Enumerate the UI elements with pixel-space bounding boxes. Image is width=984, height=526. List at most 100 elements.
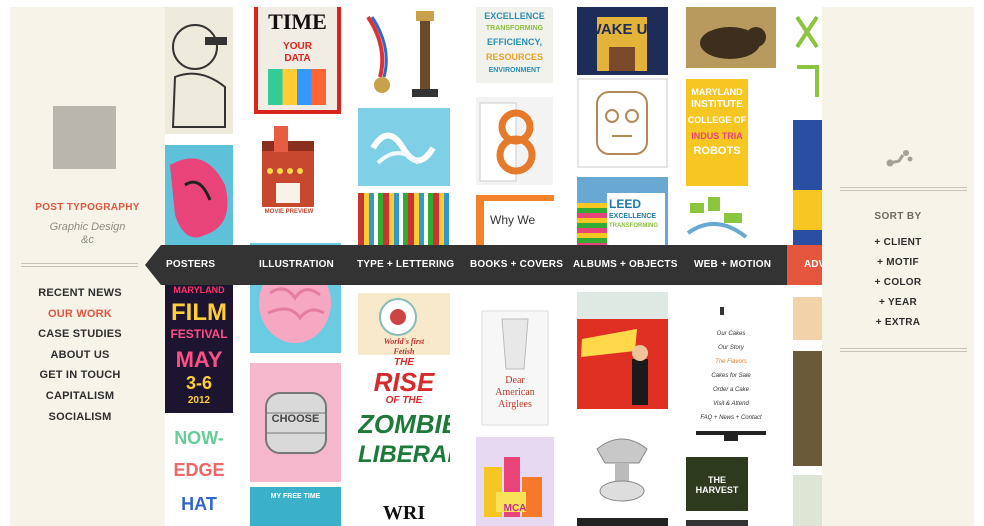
gallery-item-green-blocks[interactable] [686, 193, 748, 249]
category-web-motion[interactable]: WEB + MOTION [694, 245, 771, 285]
excellence-line2: TRANSFORMING [485, 25, 544, 32]
gallery-item-boar[interactable] [686, 7, 776, 68]
nav-item-our-work[interactable]: OUR WORK [10, 304, 150, 325]
brand-subtitle-line1: Graphic Design [49, 221, 126, 233]
robot-face-icon [577, 78, 668, 168]
sort-top-divider [840, 187, 967, 191]
sort-option-year[interactable]: + YEAR [822, 293, 974, 313]
gallery-item-partial-c[interactable] [793, 475, 822, 526]
figure-poster-icon [581, 329, 648, 405]
medal-trophy-icon [366, 11, 438, 97]
site-logo[interactable] [53, 106, 116, 169]
category-advertising[interactable]: ADV [787, 245, 823, 285]
mixer-icon [596, 438, 648, 502]
gallery-item-harvest[interactable]: THE HARVEST [686, 457, 748, 511]
category-posters[interactable]: POSTERS [166, 245, 215, 285]
gallery-item-blue-poster[interactable] [793, 120, 822, 245]
brand-subtitle-line2: &c [81, 234, 94, 246]
main-nav: RECENT NEWS OUR WORK CASE STUDIES ABOUT … [10, 283, 150, 427]
gallery-item-film-festival[interactable]: MARYLAND FILM FESTIVAL MAY 3-6 2012 [165, 279, 233, 413]
gallery-item-maryland-institute[interactable]: MARYLAND INSTITUTE COLLEGE OF INDUS TRIA… [686, 79, 748, 186]
gallery-item-why-we[interactable]: Why We [476, 195, 554, 251]
book-cover-icon [481, 310, 549, 426]
theatre-icon [262, 126, 314, 207]
category-type-lettering[interactable]: TYPE + LETTERING [357, 245, 454, 285]
web-menu-item-0: Our Cakes [716, 331, 746, 337]
zombie-line3: OF THE [385, 395, 423, 406]
gallery-item-mixer[interactable] [577, 419, 668, 511]
gallery-item-dark-strip[interactable] [577, 518, 668, 526]
why-we-text: Why We [490, 213, 536, 227]
gallery-item-bookshelf[interactable] [358, 193, 450, 249]
film-festival-line4: MAY [175, 347, 223, 372]
dear-american-line3: Airglees [498, 399, 532, 410]
maryland-line5: ROBOTS [693, 145, 741, 157]
gallery-item-knowledge-hat[interactable]: NOW- EDGE HAT [165, 422, 233, 526]
web-menu-item-4: Order a Cake [712, 387, 749, 393]
nav-item-case-studies[interactable]: CASE STUDIES [10, 324, 150, 345]
wake-up-text: WAKE UP [587, 21, 658, 38]
category-books-covers[interactable]: BOOKS + COVERS [470, 245, 563, 285]
category-albums-objects[interactable]: ALBUMS + OBJECTS [573, 245, 678, 285]
brand-subtitle: Graphic Design &c [10, 221, 165, 247]
film-festival-line3: FESTIVAL [170, 327, 228, 341]
sort-option-extra[interactable]: + EXTRA [822, 313, 974, 333]
gallery-item-medal-trophy[interactable] [358, 7, 450, 105]
gallery-item-excellence[interactable]: EXCELLENCE TRANSFORMING EFFICIENCY, RESO… [476, 7, 553, 83]
gallery-item-partial-a[interactable] [793, 297, 822, 340]
film-festival-line5: 3-6 [185, 373, 212, 393]
gallery-item-web-menu[interactable]: Our Cakes Our Story The Flavors Cakes fo… [686, 305, 776, 451]
green-blocks-icon [686, 197, 748, 239]
web-menu-item-2: The Flavors [715, 359, 747, 365]
sort-option-client[interactable]: + CLIENT [822, 233, 974, 253]
band-logo-text: WRI [382, 502, 426, 524]
nav-item-get-in-touch[interactable]: GET IN TOUCH [10, 365, 150, 386]
sort-option-color[interactable]: + COLOR [822, 273, 974, 293]
nav-item-capitalism[interactable]: CAPITALISM [10, 386, 150, 407]
nav-item-recent-news[interactable]: RECENT NEWS [10, 283, 150, 304]
gallery-item-choose-fist[interactable]: CHOOSE [250, 363, 341, 482]
excellence-line4: RESOURCES [485, 52, 543, 62]
sort-bottom-divider [840, 348, 967, 352]
nav-item-about-us[interactable]: ABOUT US [10, 345, 150, 366]
gallery-item-leed[interactable]: LEED EXCELLENCE TRANSFORMING [577, 177, 668, 253]
man-illustration-icon [171, 24, 227, 128]
gallery-item-time-cover[interactable]: TIME YOUR DATA [254, 7, 341, 114]
category-illustration[interactable]: ILLUSTRATION [259, 245, 334, 285]
nav-item-socialism[interactable]: SOCIALISM [10, 407, 150, 428]
gallery-item-dear-american[interactable]: Dear American Airglees [476, 309, 554, 429]
gallery-item-world-fetish[interactable]: World's first Fetish [358, 293, 450, 359]
gallery-item-wake-up[interactable]: WAKE UP [577, 7, 668, 75]
gallery-item-red-poster[interactable] [577, 319, 668, 409]
category-bar: POSTERS ILLUSTRATION TYPE + LETTERING BO… [145, 245, 839, 285]
excellence-line3: EFFICIENCY, [486, 37, 542, 47]
web-menu-item-5: Visit & Attend [713, 401, 749, 407]
gallery-item-partial-b[interactable] [793, 351, 822, 466]
knowledge-line2: EDGE [173, 460, 225, 480]
scroll-left-arrow-icon[interactable] [145, 245, 161, 285]
right-sidebar: SORT BY + CLIENT + MOTIF + COLOR + YEAR … [822, 7, 974, 526]
gallery-item-green-type[interactable] [793, 7, 822, 114]
time-headline-line2: DATA [284, 53, 311, 64]
gallery-item-mca-city[interactable]: MCA [476, 437, 554, 526]
brand-title[interactable]: POST TYPOGRAPHY [10, 202, 165, 213]
gallery-item-free-time[interactable]: MY FREE TIME [250, 487, 341, 526]
gallery-item-dark-strip-2[interactable] [686, 520, 748, 526]
sort-options: + CLIENT + MOTIF + COLOR + YEAR + EXTRA [822, 233, 974, 333]
web-menu-item-6: FAQ + News + Contact [700, 415, 762, 421]
gallery-item-robot-face[interactable] [577, 78, 668, 168]
maryland-line2: INSTITUTE [691, 99, 743, 110]
leed-line3: TRANSFORMING [609, 223, 658, 229]
excellence-line1: EXCELLENCE [484, 11, 545, 21]
gallery-item-number-eight[interactable] [476, 97, 553, 185]
gallery-item-zombie-liberals[interactable]: THE RISE OF THE ZOMBIE LIBERALS [358, 355, 450, 495]
gallery-item-smoke-type[interactable] [358, 108, 450, 186]
sidebar-divider [21, 263, 138, 267]
theatre-sub: MOVIE PREVIEW [264, 209, 314, 215]
sort-option-motif[interactable]: + MOTIF [822, 253, 974, 273]
gallery-item-band-logo[interactable]: WRI [358, 500, 450, 526]
gallery-item-theatre-box[interactable]: THEATRE MOVIE PREVIEW [254, 121, 324, 219]
gallery-item-man-drawing[interactable] [165, 7, 233, 134]
boar-icon [700, 27, 766, 59]
time-headline-line1: YOUR [283, 41, 312, 52]
